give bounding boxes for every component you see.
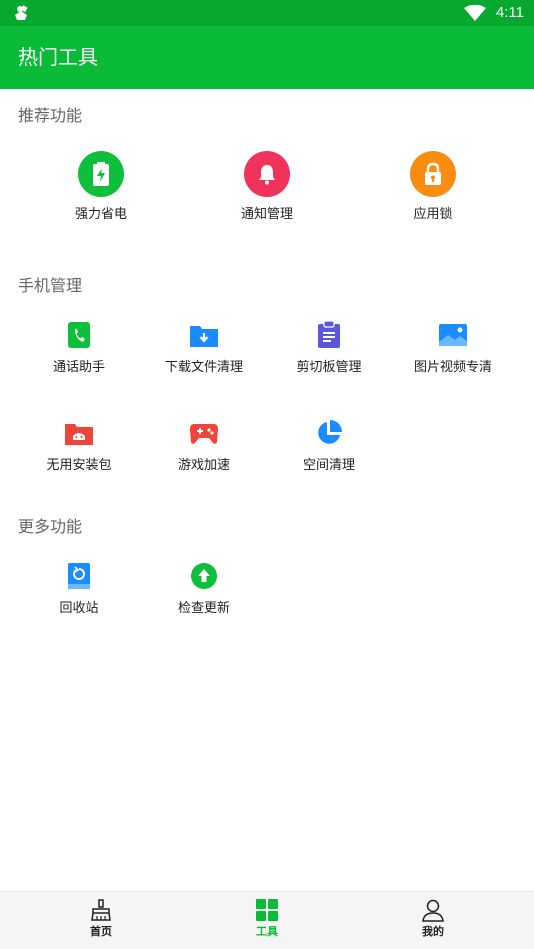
tool-clipboard-manager[interactable]: 剪切板管理 bbox=[264, 320, 394, 376]
tool-call-assistant[interactable]: 通话助手 bbox=[14, 320, 144, 376]
section-title-recommended: 推荐功能 bbox=[18, 106, 83, 125]
wifi-icon bbox=[464, 5, 486, 21]
page-title: 热门工具 bbox=[18, 45, 98, 69]
pie-chart-icon bbox=[314, 418, 344, 448]
app-bar: 热门工具 bbox=[0, 26, 534, 89]
lock-icon bbox=[410, 151, 456, 197]
phone-icon bbox=[64, 320, 94, 350]
tool-label: 图片视频专清 bbox=[413, 360, 492, 375]
nav-label: 工具 bbox=[256, 925, 278, 938]
tool-useless-packages[interactable]: 无用安装包 bbox=[14, 418, 144, 474]
broom-icon bbox=[91, 899, 111, 921]
status-time: 4:11 bbox=[495, 4, 524, 21]
download-folder-icon bbox=[189, 320, 219, 350]
gamepad-icon bbox=[189, 418, 219, 448]
bottom-navigation: 首页 工具 我的 bbox=[0, 891, 534, 949]
tool-power-saving[interactable]: 强力省电 bbox=[36, 151, 166, 223]
tool-game-boost[interactable]: 游戏加速 bbox=[139, 418, 269, 474]
tool-label: 无用安装包 bbox=[46, 458, 112, 473]
tool-label: 强力省电 bbox=[74, 207, 127, 222]
tool-notification-manager[interactable]: 通知管理 bbox=[202, 151, 332, 223]
nav-label: 我的 bbox=[422, 925, 444, 938]
tool-media-cleanup[interactable]: 图片视频专清 bbox=[388, 320, 518, 376]
tool-label: 剪切板管理 bbox=[296, 360, 362, 375]
image-icon bbox=[438, 320, 468, 350]
section-title-phone-management: 手机管理 bbox=[18, 276, 83, 295]
battery-saver-icon bbox=[78, 151, 124, 197]
recycle-bin-icon bbox=[64, 561, 94, 591]
tool-label: 通话助手 bbox=[52, 360, 105, 375]
bell-icon bbox=[244, 151, 290, 197]
tool-label: 回收站 bbox=[59, 601, 99, 616]
grid-icon bbox=[256, 899, 278, 921]
tool-label: 通知管理 bbox=[240, 207, 293, 222]
tool-download-cleanup[interactable]: 下载文件清理 bbox=[139, 320, 269, 376]
tool-check-update[interactable]: 检查更新 bbox=[139, 561, 269, 617]
tool-label: 空间清理 bbox=[302, 458, 355, 473]
tool-label: 应用锁 bbox=[413, 207, 453, 222]
android-icon bbox=[15, 5, 28, 20]
nav-label: 首页 bbox=[90, 925, 112, 938]
status-bar: 4:11 bbox=[0, 0, 534, 26]
nav-item-home[interactable]: 首页 bbox=[41, 898, 161, 939]
update-arrow-icon bbox=[189, 561, 219, 591]
nav-item-tools[interactable]: 工具 bbox=[207, 898, 327, 939]
tool-label: 检查更新 bbox=[177, 601, 230, 616]
clipboard-icon bbox=[314, 320, 344, 350]
section-title-more-features: 更多功能 bbox=[18, 517, 83, 536]
nav-item-mine[interactable]: 我的 bbox=[373, 898, 493, 939]
android-package-icon bbox=[64, 418, 94, 448]
tool-label: 游戏加速 bbox=[177, 458, 230, 473]
tool-label: 下载文件清理 bbox=[164, 360, 243, 375]
person-icon bbox=[422, 899, 444, 922]
tool-app-lock[interactable]: 应用锁 bbox=[368, 151, 498, 223]
tool-recycle-bin[interactable]: 回收站 bbox=[14, 561, 144, 617]
tool-space-cleanup[interactable]: 空间清理 bbox=[264, 418, 394, 474]
